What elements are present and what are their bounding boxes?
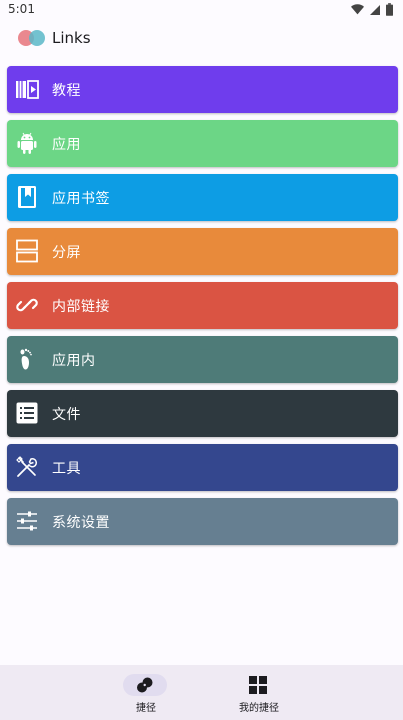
nav-shortcuts[interactable]: 捷径: [96, 665, 196, 720]
nav-label: 捷径: [136, 703, 156, 714]
card-label: 分屏: [52, 245, 81, 261]
grid-icon: [249, 676, 267, 694]
app-logo-icon: [18, 30, 45, 46]
card-in-app[interactable]: 应用内: [7, 336, 398, 383]
list-file-icon: [15, 401, 39, 425]
link-icon: [15, 293, 39, 317]
card-label: 应用内: [52, 353, 96, 369]
card-tools[interactable]: 工具: [7, 444, 398, 491]
tools-icon: [15, 455, 39, 479]
bottom-navigation: 捷径 我的捷径: [0, 665, 403, 720]
card-label: 内部链接: [52, 299, 110, 315]
shortcut-list: 教程 应用 应用书签 分屏 内部链接 应用内 文件 工具 系统设置: [7, 66, 398, 552]
card-tutorial[interactable]: 教程: [7, 66, 398, 113]
video-book-icon: [15, 77, 39, 101]
signal-icon: [370, 4, 380, 15]
card-system-settings[interactable]: 系统设置: [7, 498, 398, 545]
app-bar: Links: [0, 20, 403, 60]
card-split-screen[interactable]: 分屏: [7, 228, 398, 275]
card-files[interactable]: 文件: [7, 390, 398, 437]
split-screen-icon: [15, 239, 39, 263]
footprint-icon: [15, 347, 39, 371]
battery-icon: [386, 3, 393, 16]
nav-label: 我的捷径: [239, 703, 279, 714]
sliders-icon: [15, 509, 39, 533]
card-label: 系统设置: [52, 515, 110, 531]
nav-my-shortcuts[interactable]: 我的捷径: [209, 665, 309, 720]
app-title: Links: [52, 29, 91, 47]
wifi-icon: [351, 4, 364, 15]
android-icon: [15, 131, 39, 155]
status-time: 5:01: [8, 2, 35, 16]
card-label: 应用: [52, 137, 81, 153]
card-label: 文件: [52, 407, 81, 423]
card-label: 应用书签: [52, 191, 110, 207]
card-internal-links[interactable]: 内部链接: [7, 282, 398, 329]
card-app-bookmarks[interactable]: 应用书签: [7, 174, 398, 221]
status-icons: [351, 3, 393, 16]
bookmark-book-icon: [15, 185, 39, 209]
card-apps[interactable]: 应用: [7, 120, 398, 167]
card-label: 工具: [52, 461, 81, 477]
shortcut-icon: [137, 677, 153, 693]
card-label: 教程: [52, 83, 81, 99]
status-bar: 5:01: [0, 0, 403, 20]
